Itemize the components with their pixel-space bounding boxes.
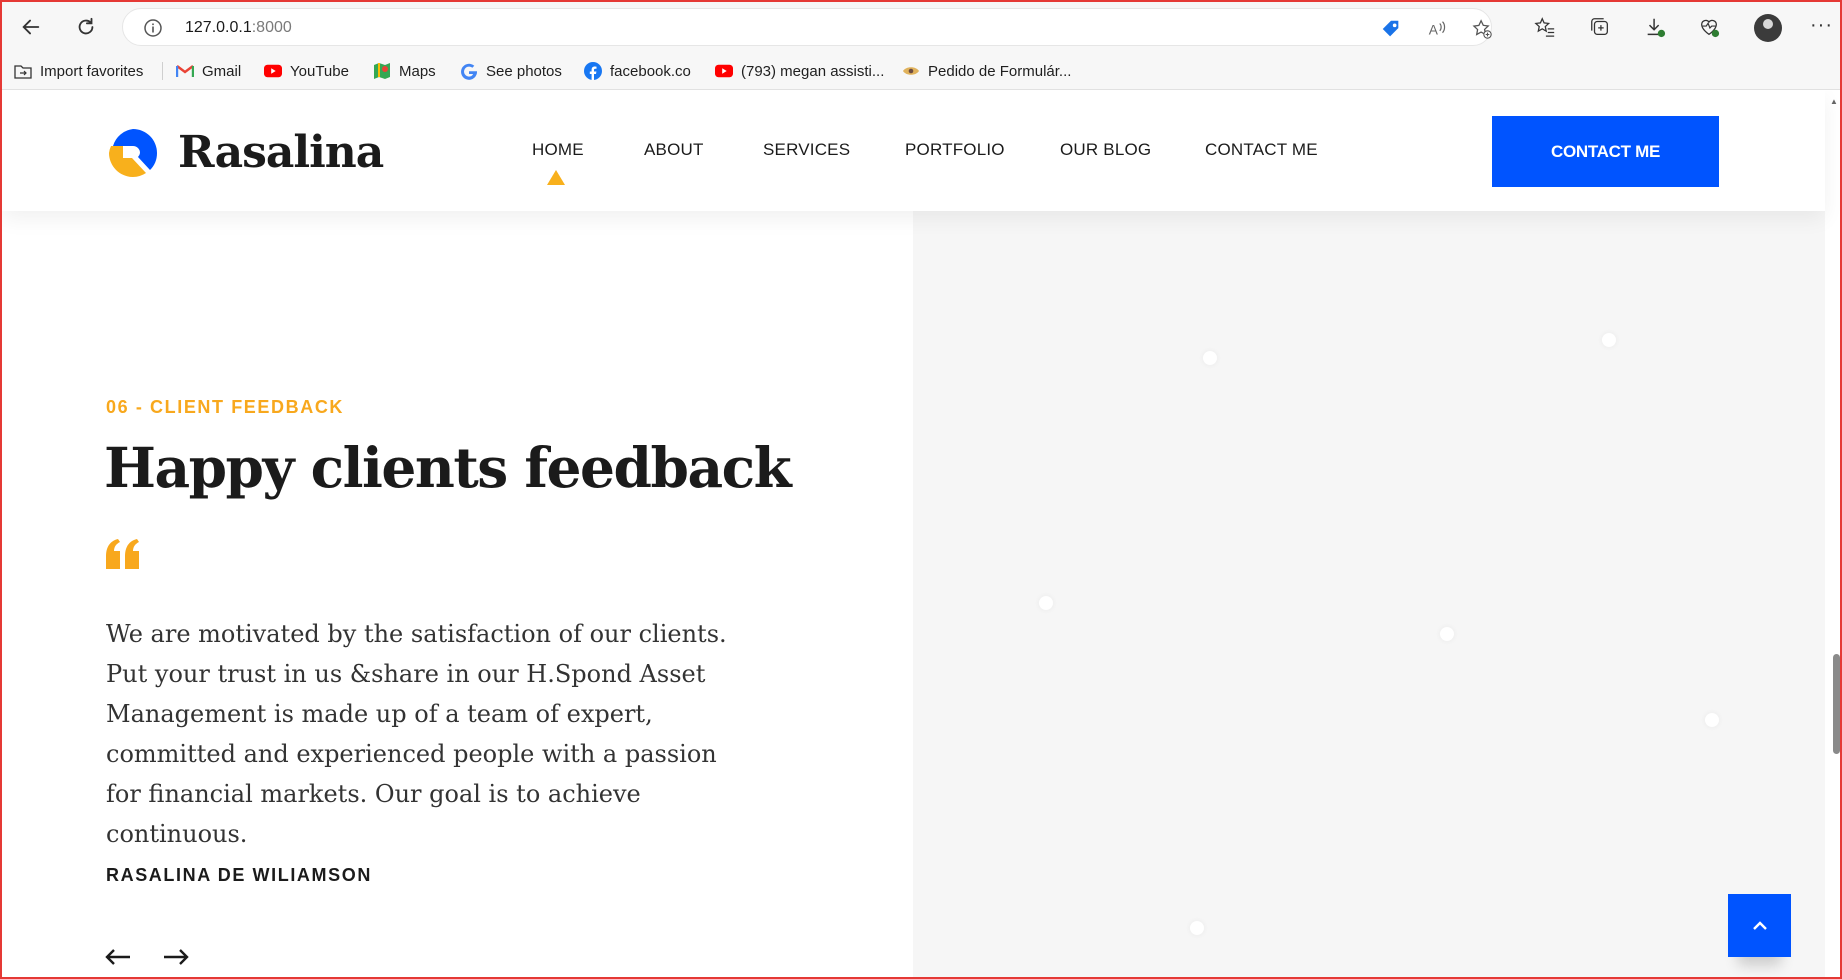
site-header: Rasalina HOME ABOUT SERVICES PORTFOLIO O… xyxy=(2,91,1825,211)
svg-text:A: A xyxy=(1429,23,1439,38)
bookmark-label: Gmail xyxy=(202,62,242,80)
url-host: 127.0.0.1 xyxy=(185,19,252,36)
back-to-top-button[interactable] xyxy=(1728,894,1791,957)
youtube-icon xyxy=(264,62,282,80)
import-folder-icon xyxy=(14,62,32,80)
nav-contact-me[interactable]: CONTACT ME xyxy=(1205,140,1318,160)
decorative-dot xyxy=(1203,351,1217,365)
web-page: Rasalina HOME ABOUT SERVICES PORTFOLIO O… xyxy=(2,91,1840,977)
bookmark-import-favorites[interactable]: Import favorites xyxy=(14,61,143,81)
quote-icon xyxy=(106,539,139,569)
decorative-dot xyxy=(1039,596,1053,610)
url-port: :8000 xyxy=(251,19,292,36)
back-arrow-icon xyxy=(22,19,40,35)
bookmark-maps[interactable]: Maps xyxy=(373,61,436,81)
section-title: Happy clients feedback xyxy=(104,435,792,500)
contact-me-button[interactable]: CONTACT ME xyxy=(1492,116,1719,187)
bookmark-facebook[interactable]: facebook.co xyxy=(584,61,691,81)
bookmark-label: Pedido de Formulár... xyxy=(928,62,1072,80)
bookmark-youtube[interactable]: YouTube xyxy=(264,61,349,81)
decorative-dot xyxy=(1602,333,1616,347)
gmail-icon xyxy=(176,62,194,80)
page-scrollbar[interactable] xyxy=(1825,91,1840,977)
eye-icon xyxy=(902,62,920,80)
browser-toolbar: 127.0.0.1:8000 A ··· xyxy=(2,2,1840,52)
favorites-button[interactable] xyxy=(1532,14,1558,40)
scrollbar-thumb[interactable] xyxy=(1833,654,1840,754)
decorative-dot xyxy=(1440,627,1454,641)
browser-window: 127.0.0.1:8000 A ··· Import favorites Gm… xyxy=(0,0,1842,979)
bookmark-label: See photos xyxy=(486,62,562,80)
google-icon xyxy=(460,62,478,80)
reload-icon xyxy=(78,17,94,35)
bookmark-see-photos[interactable]: See photos xyxy=(460,61,562,81)
address-bar[interactable]: 127.0.0.1:8000 A xyxy=(122,8,1492,46)
bookmark-gmail[interactable]: Gmail xyxy=(176,61,241,81)
bookmark-separator xyxy=(162,62,163,80)
bookmark-label: (793) megan assisti... xyxy=(741,62,885,80)
bookmark-label: facebook.co xyxy=(610,62,691,80)
brand-name[interactable]: Rasalina xyxy=(178,127,384,178)
collections-button[interactable] xyxy=(1587,14,1613,40)
coupon-tag-icon[interactable] xyxy=(1380,18,1402,40)
rasalina-logo-icon[interactable] xyxy=(105,125,161,181)
nav-our-blog[interactable]: OUR BLOG xyxy=(1060,140,1151,160)
nav-about[interactable]: ABOUT xyxy=(644,140,704,160)
testimonial-text: We are motivated by the satisfaction of … xyxy=(106,620,727,848)
decorative-dot xyxy=(1190,921,1204,935)
maps-icon xyxy=(373,62,391,80)
nav-home[interactable]: HOME xyxy=(532,140,584,160)
chevron-up-icon xyxy=(1752,920,1767,930)
download-icon xyxy=(1647,18,1666,38)
read-aloud-icon[interactable]: A xyxy=(1426,18,1448,40)
browser-essentials-button[interactable] xyxy=(1696,14,1722,40)
nav-services[interactable]: SERVICES xyxy=(763,140,850,160)
bookmark-label: Maps xyxy=(399,62,436,80)
testimonial-author: RASALINA DE WILIAMSON xyxy=(106,865,372,885)
favorites-list-icon xyxy=(1534,17,1555,37)
back-button[interactable] xyxy=(16,12,46,42)
active-nav-indicator xyxy=(547,170,565,185)
heart-pulse-icon xyxy=(1701,19,1720,38)
prev-arrow-icon[interactable] xyxy=(104,947,132,967)
profile-avatar[interactable] xyxy=(1754,14,1782,42)
site-info-icon[interactable] xyxy=(143,18,163,38)
bookmark-megan-video[interactable]: (793) megan assisti... xyxy=(715,61,884,81)
address-url: 127.0.0.1:8000 xyxy=(185,19,292,37)
collections-icon xyxy=(1591,18,1608,35)
bookmark-label: Import favorites xyxy=(40,62,144,80)
scroll-up-icon[interactable]: ▲ xyxy=(1830,97,1838,106)
facebook-icon xyxy=(584,62,602,80)
add-favorite-icon[interactable] xyxy=(1471,18,1493,40)
downloads-button[interactable] xyxy=(1642,14,1668,40)
settings-more-button[interactable]: ··· xyxy=(1810,14,1833,37)
bookmark-label: YouTube xyxy=(290,62,349,80)
bookmarks-bar: Import favorites Gmail YouTube Maps See … xyxy=(2,52,1840,90)
feedback-image-panel xyxy=(913,211,1825,977)
reload-button[interactable] xyxy=(71,12,101,42)
bookmark-pedido-formulario[interactable]: Pedido de Formulár... xyxy=(902,61,1071,81)
next-arrow-icon[interactable] xyxy=(162,947,190,967)
youtube-icon xyxy=(715,62,733,80)
decorative-dot xyxy=(1705,713,1719,727)
nav-portfolio[interactable]: PORTFOLIO xyxy=(905,140,1005,160)
section-tag: 06 - CLIENT FEEDBACK xyxy=(106,397,345,417)
